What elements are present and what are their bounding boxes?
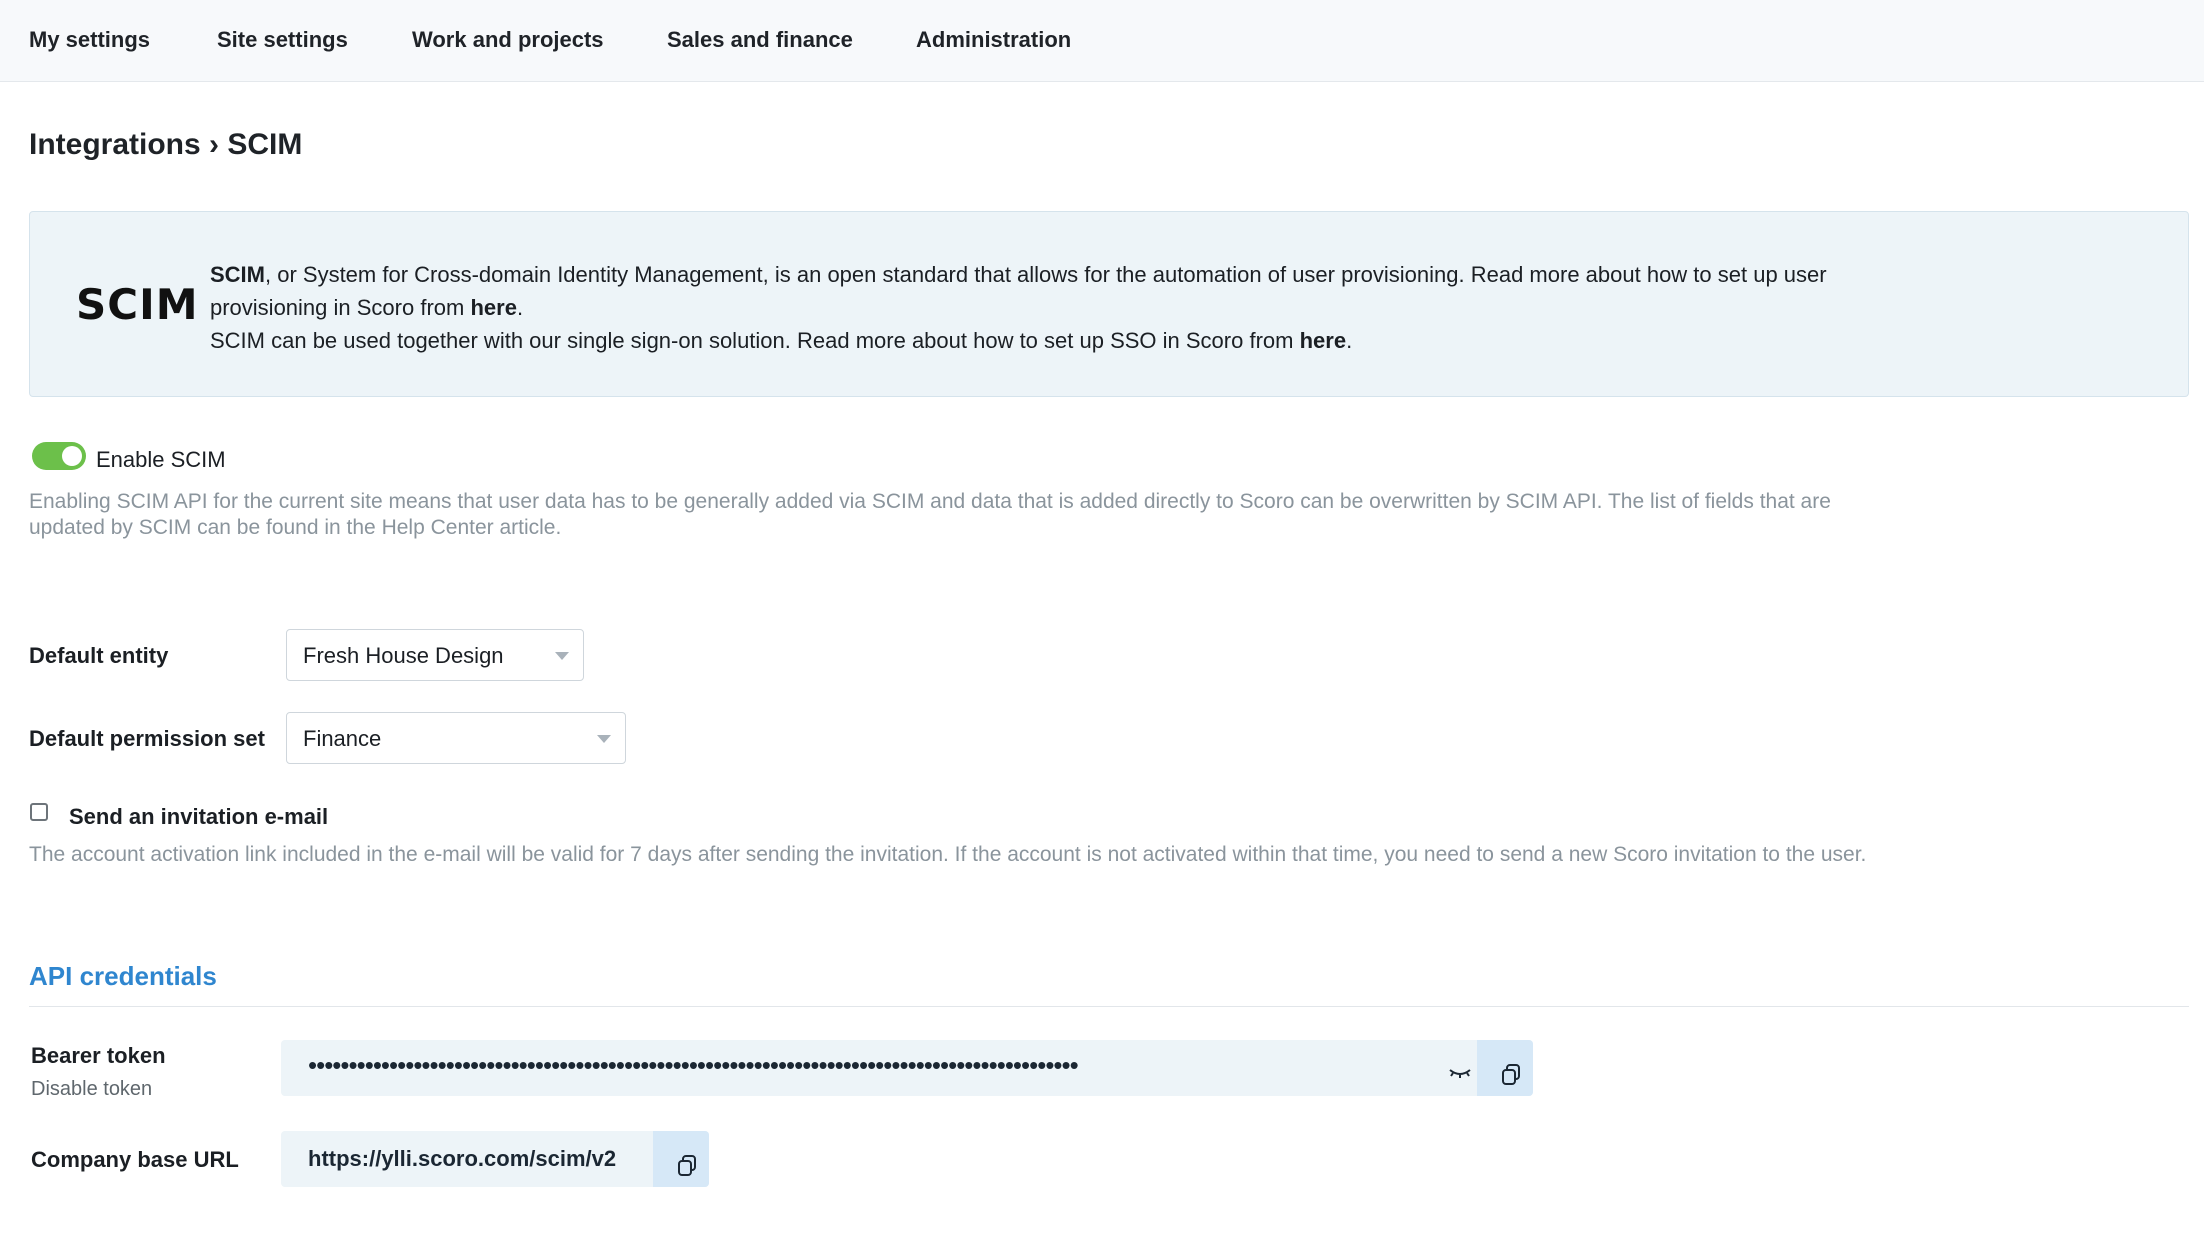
send-invitation-checkbox[interactable] <box>30 803 48 821</box>
company-base-url-label: Company base URL <box>31 1147 239 1172</box>
section-divider <box>29 1006 2189 1007</box>
nav-my-settings[interactable]: My settings <box>29 27 150 53</box>
default-entity-label: Default entity <box>29 643 169 668</box>
nav-administration[interactable]: Administration <box>916 27 1071 53</box>
caret-down-icon <box>597 735 611 743</box>
api-credentials-heading: API credentials <box>29 961 217 991</box>
default-permission-set-select[interactable]: Finance <box>286 712 626 764</box>
send-invitation-help: The account activation link included in … <box>29 843 1867 866</box>
page-title: Integrations › SCIM <box>29 128 303 161</box>
info-p1-end: . <box>516 295 524 320</box>
info-link-provisioning[interactable]: here <box>470 295 516 320</box>
enable-scim-help: Enabling SCIM API for the current site m… <box>29 490 1831 539</box>
info-p2-end: . <box>1346 328 1353 353</box>
eye-closed-icon[interactable] <box>1448 1066 1472 1080</box>
bearer-token-field[interactable]: ••••••••••••••••••••••••••••••••••••••••… <box>281 1040 1533 1096</box>
default-entity-value: Fresh House Design <box>303 643 504 668</box>
bearer-token-masked: ••••••••••••••••••••••••••••••••••••••••… <box>308 1050 1079 1080</box>
info-link-sso[interactable]: here <box>1300 328 1346 353</box>
default-entity-select[interactable]: Fresh House Design <box>286 629 584 681</box>
nav-work-and-projects[interactable]: Work and projects <box>412 27 604 53</box>
scim-logo: SCIM <box>76 280 199 329</box>
copy-icon <box>678 1155 696 1176</box>
nav-site-settings[interactable]: Site settings <box>217 27 348 53</box>
copy-bearer-token-button[interactable] <box>1477 1040 1533 1096</box>
info-paragraph-2: SCIM can be used together with our singl… <box>210 328 1300 353</box>
disable-token-link[interactable]: Disable token <box>31 1078 152 1101</box>
nav-sales-and-finance[interactable]: Sales and finance <box>667 27 853 53</box>
toggle-knob <box>62 446 82 466</box>
scim-info-box: SCIM SCIM, or System for Cross-domain Id… <box>29 211 2189 397</box>
copy-base-url-button[interactable] <box>653 1131 709 1187</box>
default-permission-set-value: Finance <box>303 726 382 751</box>
send-invitation-label[interactable]: Send an invitation e-mail <box>69 804 328 830</box>
enable-scim-toggle[interactable] <box>32 442 86 470</box>
company-base-url-field[interactable]: https://ylli.scoro.com/scim/v2 <box>281 1131 709 1187</box>
top-navigation: My settings Site settings Work and proje… <box>0 0 2204 82</box>
enable-scim-label: Enable SCIM <box>96 447 226 472</box>
info-paragraph-1: , or System for Cross-domain Identity Ma… <box>210 262 1827 320</box>
scim-info-text: SCIM, or System for Cross-domain Identit… <box>210 258 1850 357</box>
default-permission-set-label: Default permission set <box>29 726 265 751</box>
caret-down-icon <box>555 652 569 660</box>
copy-icon <box>1502 1064 1520 1085</box>
info-scim-term: SCIM <box>210 262 265 287</box>
bearer-token-label: Bearer token <box>31 1043 166 1068</box>
company-base-url-value: https://ylli.scoro.com/scim/v2 <box>308 1146 617 1171</box>
